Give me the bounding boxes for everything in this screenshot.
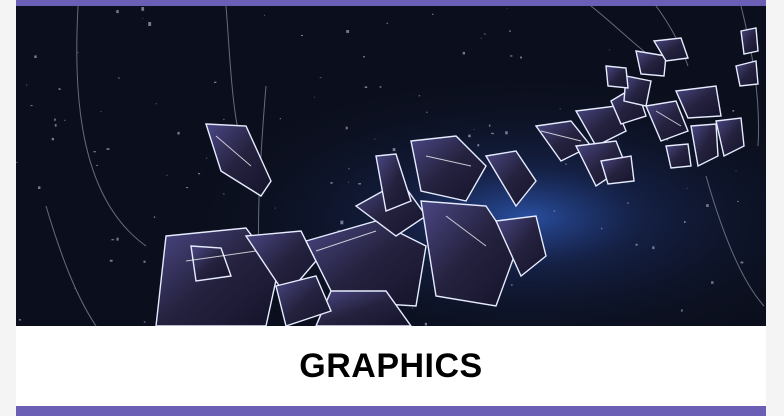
card-title[interactable]: GRAPHICS	[299, 347, 482, 386]
shattered-glass-image[interactable]	[16, 6, 766, 326]
category-card[interactable]: GRAPHICS	[16, 0, 766, 416]
accent-bar-bottom	[16, 406, 766, 416]
card-caption: GRAPHICS	[16, 326, 766, 406]
